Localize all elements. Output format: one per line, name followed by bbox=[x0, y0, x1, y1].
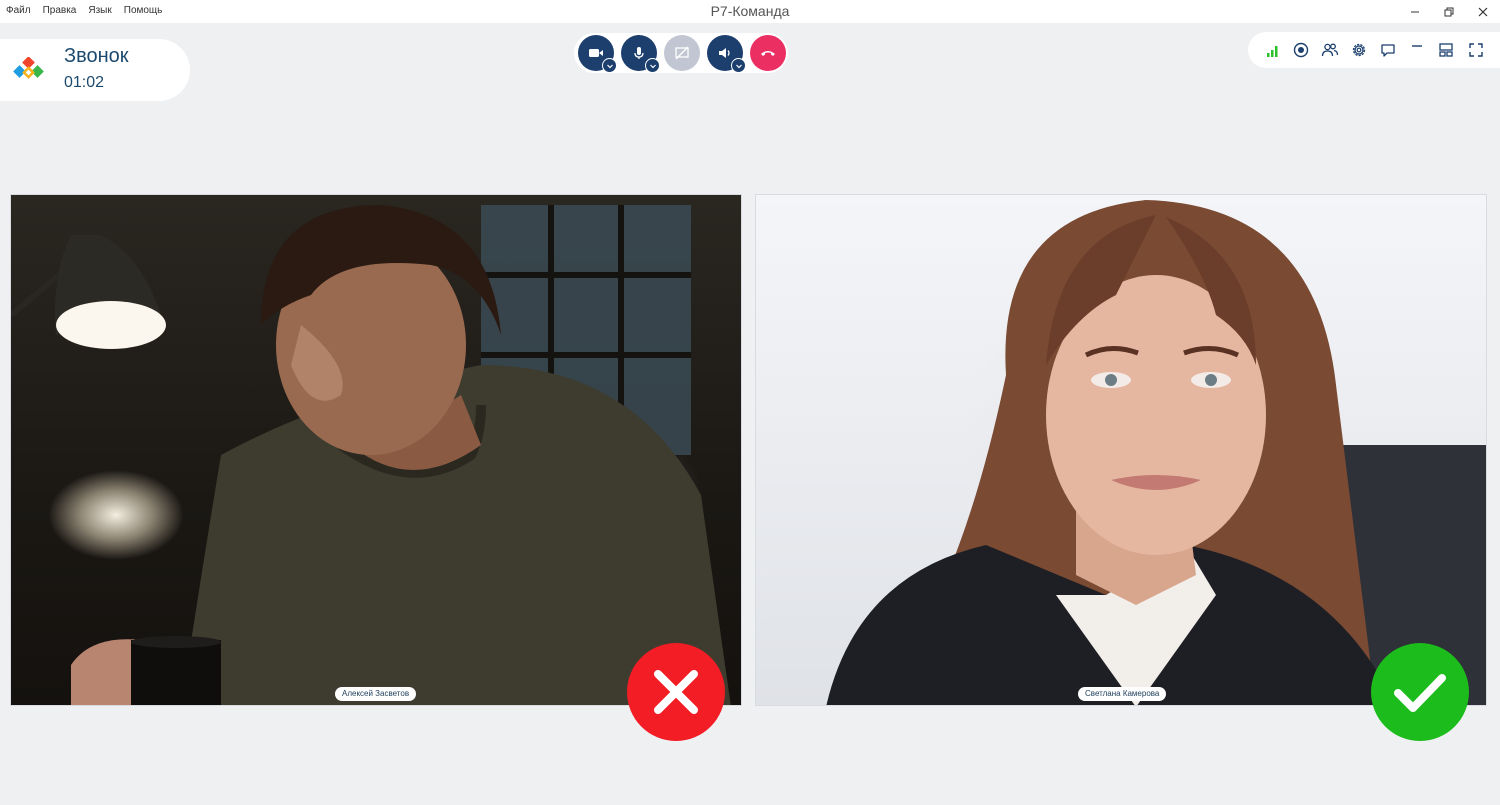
hang-up-button[interactable] bbox=[750, 35, 786, 71]
speaker-button[interactable] bbox=[707, 35, 746, 73]
camera-button[interactable] bbox=[578, 35, 617, 73]
rejected-badge bbox=[627, 643, 725, 741]
fullscreen-button[interactable] bbox=[1466, 40, 1486, 60]
gear-icon bbox=[1352, 43, 1366, 57]
participant-video bbox=[826, 200, 1486, 705]
participant-video bbox=[11, 205, 731, 705]
layout-button[interactable] bbox=[1436, 40, 1456, 60]
hang-up-icon bbox=[761, 51, 775, 56]
chevron-down-icon bbox=[606, 64, 613, 68]
layout-icon bbox=[1439, 43, 1453, 57]
participant-video-tile[interactable]: Светлана Камерова bbox=[755, 194, 1487, 706]
chat-button[interactable] bbox=[1378, 40, 1398, 60]
window-close-icon bbox=[1478, 7, 1488, 16]
participant-name-tag: Алексей Засветов bbox=[335, 687, 417, 701]
speaker-options-button[interactable] bbox=[731, 58, 746, 73]
speaker-icon bbox=[719, 48, 730, 58]
call-timer: 01:02 bbox=[64, 74, 105, 91]
title-bar: Файл Правка Язык Помощь Р7-Команда bbox=[0, 0, 1500, 23]
participants-button[interactable] bbox=[1320, 40, 1340, 60]
checkmark-icon bbox=[1394, 674, 1446, 712]
window-restore-icon bbox=[1444, 7, 1454, 16]
minimize-icon bbox=[1412, 45, 1422, 47]
close-icon bbox=[654, 670, 698, 714]
participants-icon bbox=[1321, 43, 1339, 57]
participant-video-tile[interactable]: Алексей Засветов bbox=[10, 194, 742, 706]
right-toolbar bbox=[1248, 32, 1500, 68]
call-title: Звонок bbox=[64, 45, 129, 67]
app-logo-icon bbox=[13, 57, 44, 79]
window-close-button[interactable] bbox=[1466, 0, 1500, 23]
microphone-icon bbox=[634, 47, 644, 59]
chat-icon bbox=[1381, 44, 1395, 57]
camera-options-button[interactable] bbox=[602, 58, 617, 73]
minimize-call-button[interactable] bbox=[1407, 40, 1427, 60]
microphone-button[interactable] bbox=[621, 35, 660, 73]
microphone-options-button[interactable] bbox=[645, 58, 660, 73]
screen-share-off-icon bbox=[675, 46, 689, 60]
signal-strength-button[interactable] bbox=[1263, 40, 1283, 60]
chevron-down-icon bbox=[735, 64, 742, 68]
window-controls bbox=[1398, 0, 1500, 23]
window-minimize-button[interactable] bbox=[1398, 0, 1432, 23]
call-info-panel: Звонок 01:02 bbox=[0, 39, 190, 101]
settings-button[interactable] bbox=[1349, 40, 1369, 60]
record-icon bbox=[1293, 42, 1309, 58]
accepted-badge bbox=[1371, 643, 1469, 741]
window-minimize-icon bbox=[1411, 11, 1419, 12]
call-controls bbox=[574, 33, 788, 73]
chevron-down-icon bbox=[649, 64, 656, 68]
signal-strength-icon bbox=[1267, 46, 1278, 57]
fullscreen-icon bbox=[1469, 43, 1483, 57]
record-button[interactable] bbox=[1291, 40, 1311, 60]
window-title: Р7-Команда bbox=[710, 3, 790, 19]
camera-icon bbox=[589, 49, 603, 57]
screen-share-button[interactable] bbox=[664, 35, 700, 71]
window-restore-button[interactable] bbox=[1432, 0, 1466, 23]
participant-name-tag: Светлана Камерова bbox=[1078, 687, 1167, 701]
